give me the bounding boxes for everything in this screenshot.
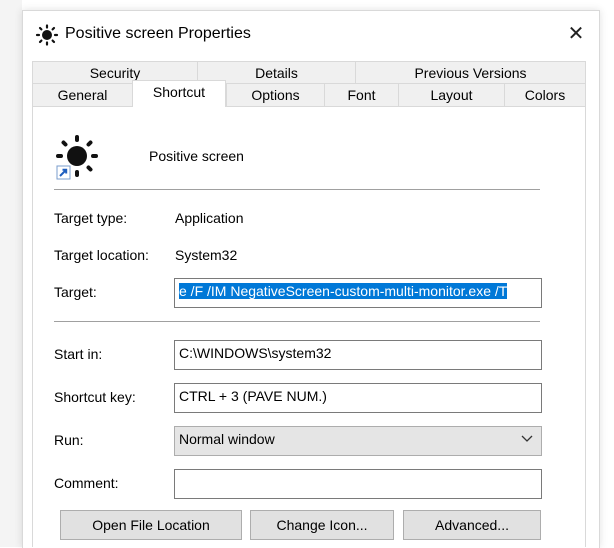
close-button[interactable]: ✕: [553, 11, 599, 57]
chevron-down-icon: [521, 435, 533, 442]
target-location-value: System32: [175, 247, 238, 263]
sun-icon: [35, 24, 59, 46]
tab-font[interactable]: Font: [324, 83, 398, 106]
run-label: Run:: [54, 432, 84, 448]
run-value: Normal window: [179, 431, 275, 447]
target-type-label: Target type:: [54, 210, 128, 226]
divider-top: [54, 189, 540, 190]
run-select[interactable]: Normal window: [174, 426, 542, 456]
close-icon: ✕: [567, 23, 585, 45]
start-in-value: C:\WINDOWS\system32: [179, 345, 332, 361]
target-value: e /F /IM NegativeScreen-custom-multi-mon…: [179, 283, 508, 299]
shortcut-key-field[interactable]: CTRL + 3 (PAVE NUM.): [174, 383, 542, 413]
start-in-field[interactable]: C:\WINDOWS\system32: [174, 340, 542, 370]
target-field[interactable]: e /F /IM NegativeScreen-custom-multi-mon…: [174, 278, 542, 308]
advanced-button[interactable]: Advanced...: [403, 510, 541, 540]
change-icon-button[interactable]: Change Icon...: [250, 510, 394, 540]
tab-layout[interactable]: Layout: [398, 83, 504, 106]
tab-colors[interactable]: Colors: [504, 83, 586, 106]
comment-field[interactable]: [174, 469, 542, 499]
start-in-label: Start in:: [54, 346, 103, 362]
target-label: Target:: [54, 284, 97, 300]
tab-previous-versions[interactable]: Previous Versions: [355, 61, 586, 83]
sun-shortcut-icon: [56, 135, 98, 180]
shortcut-key-value: CTRL + 3 (PAVE NUM.): [179, 388, 327, 404]
divider-middle: [54, 321, 540, 322]
tab-options[interactable]: Options: [226, 83, 324, 106]
target-type-value: Application: [175, 210, 244, 226]
window-title: Positive screen Properties: [65, 25, 251, 42]
shortcut-name: Positive screen: [149, 148, 244, 164]
open-file-location-button[interactable]: Open File Location: [60, 510, 242, 540]
comment-label: Comment:: [54, 475, 119, 491]
target-location-label: Target location:: [54, 247, 149, 263]
title-bar: Positive screen Properties ✕: [23, 11, 599, 57]
background-strip: [0, 0, 22, 547]
tab-general[interactable]: General: [32, 83, 132, 106]
tab-shortcut[interactable]: Shortcut: [132, 80, 226, 107]
shortcut-key-label: Shortcut key:: [54, 389, 136, 405]
